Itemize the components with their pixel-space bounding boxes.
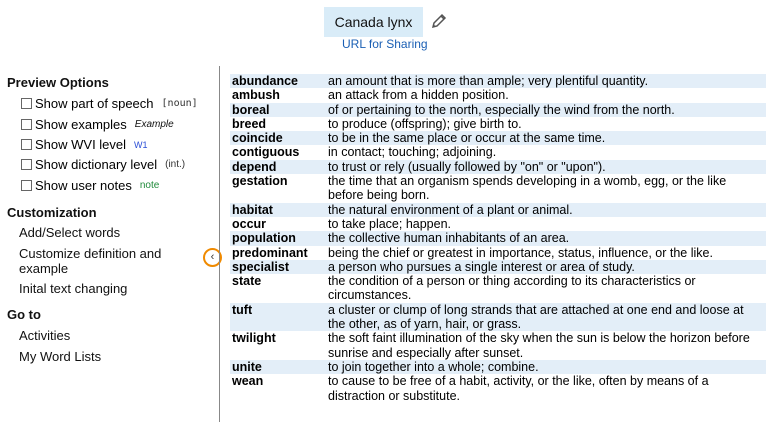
initial-text-changing-link[interactable]: Inital text changing (19, 281, 199, 296)
user-notes-sample: note (139, 180, 160, 191)
word-row: wean to cause to be free of a habit, acti… (230, 374, 766, 403)
word-definition: in contact; touching; adjoining. (328, 145, 497, 160)
word-list-title: Canada lynx (324, 7, 423, 37)
word-definition: to be in the same place or occur at the … (328, 131, 606, 146)
preview-options-heading: Preview Options (7, 75, 109, 90)
word-term: occur (232, 216, 267, 231)
word-definition: being the chief or greatest in importanc… (328, 245, 713, 260)
word-term: depend (232, 159, 277, 174)
my-word-lists-link[interactable]: My Word Lists (19, 349, 199, 364)
word-term: predominant (232, 245, 308, 260)
word-definition: the soft faint illumination of the sky w… (328, 331, 750, 360)
word-row: twilight the soft faint illumination of t… (230, 331, 766, 360)
word-term: unite (232, 359, 262, 374)
word-definition: to take place; happen. (328, 216, 452, 231)
word-row: ambush an attack from a hidden position. (230, 88, 766, 102)
word-definition: the collective human inhabitants of an a… (328, 231, 570, 246)
word-row: depend to trust or rely (usually followed… (230, 159, 766, 175)
word-row: breed to produce (offspring); give birth … (230, 117, 766, 131)
option-dictionary-level[interactable]: Show dictionary level (int.) (21, 157, 185, 172)
pencil-icon[interactable] (430, 12, 448, 30)
word-term: breed (232, 116, 267, 131)
option-label: Show examples (35, 117, 127, 132)
word-definition: of or pertaining to the north, especiall… (328, 102, 675, 117)
word-row: gestation the time that an organism spend… (230, 174, 766, 203)
word-row: habitat the natural environment of a plan… (230, 202, 766, 217)
go-to-heading: Go to (7, 307, 41, 322)
dictionary-level-checkbox[interactable] (21, 159, 32, 170)
word-row: state the condition of a person or thing … (230, 274, 766, 303)
chevron-left-icon: ‹ (210, 251, 215, 263)
option-label: Show WVI level (35, 137, 127, 152)
word-row: occur to take place; happen. (230, 217, 766, 231)
wvi-level-checkbox[interactable] (21, 139, 32, 150)
user-notes-checkbox[interactable] (21, 180, 32, 191)
word-row: population the collective human inhabitan… (230, 231, 766, 246)
word-row: specialist a person who pursues a single … (230, 259, 766, 275)
option-part-of-speech[interactable]: Show part of speech [noun] (21, 96, 198, 111)
activities-link[interactable]: Activities (19, 328, 199, 343)
word-row: tuft a cluster or clump of long strands t… (230, 302, 766, 332)
word-definition: an attack from a hidden position. (328, 88, 509, 103)
word-term: coincide (232, 131, 283, 146)
word-definition: the condition of a person or thing accor… (328, 274, 696, 303)
word-definition: an amount that is more than ample; very … (328, 74, 649, 88)
word-term: ambush (232, 88, 280, 103)
word-definition: to cause to be free of a habit, activity… (328, 374, 709, 403)
option-label: Show part of speech (35, 96, 154, 111)
option-user-notes[interactable]: Show user notes note (21, 178, 159, 193)
word-row: predominant being the chief or greatest i… (230, 246, 766, 260)
word-row: contiguous in contact; touching; adjoinin… (230, 145, 766, 159)
word-row: coincide to be in the same place or occur… (230, 131, 766, 146)
word-term: boreal (232, 102, 270, 117)
word-definition: the natural environment of a plant or an… (328, 202, 573, 217)
wvi-level-sample: W1 (134, 139, 148, 150)
word-term: gestation (232, 174, 288, 189)
word-list-table: abundance an amount that is more than amp… (230, 74, 766, 403)
dictionary-level-sample: (int.) (165, 159, 186, 170)
word-definition: a cluster or clump of long strands that … (328, 302, 744, 332)
word-row: abundance an amount that is more than amp… (230, 74, 766, 89)
word-row: unite to join together into a whole; comb… (230, 359, 766, 375)
word-term: twilight (232, 331, 276, 346)
word-term: contiguous (232, 145, 300, 160)
word-term: habitat (232, 202, 273, 217)
option-wvi-level[interactable]: Show WVI level W1 (21, 137, 148, 152)
part-of-speech-checkbox[interactable] (21, 98, 32, 109)
word-term: abundance (232, 74, 298, 88)
part-of-speech-sample: [noun] (161, 98, 198, 109)
word-term: tuft (232, 302, 253, 317)
word-definition: a person who pursues a single interest o… (328, 259, 635, 274)
option-label: Show user notes (35, 178, 132, 193)
option-label: Show dictionary level (35, 157, 158, 172)
customize-definition-link[interactable]: Customize definition and example (19, 246, 199, 276)
sidebar-divider[interactable] (219, 66, 220, 422)
word-term: state (232, 274, 262, 289)
word-term: population (232, 231, 296, 246)
url-for-sharing-link[interactable]: URL for Sharing (342, 37, 428, 51)
word-definition: to produce (offspring); give birth to. (328, 116, 522, 131)
word-definition: to join together into a whole; combine. (328, 359, 539, 374)
word-definition: the time that an organism spends develop… (328, 174, 727, 203)
word-definition: to trust or rely (usually followed by "o… (328, 159, 606, 174)
examples-checkbox[interactable] (21, 119, 32, 130)
add-select-words-link[interactable]: Add/Select words (19, 225, 199, 240)
examples-sample: Example (134, 119, 174, 130)
word-list-title-text: Canada lynx (334, 14, 413, 30)
option-examples[interactable]: Show examples Example (21, 117, 174, 132)
word-row: boreal of or pertaining to the north, esp… (230, 102, 766, 117)
word-term: wean (232, 374, 264, 389)
word-term: specialist (232, 259, 289, 274)
customization-heading: Customization (7, 205, 97, 220)
